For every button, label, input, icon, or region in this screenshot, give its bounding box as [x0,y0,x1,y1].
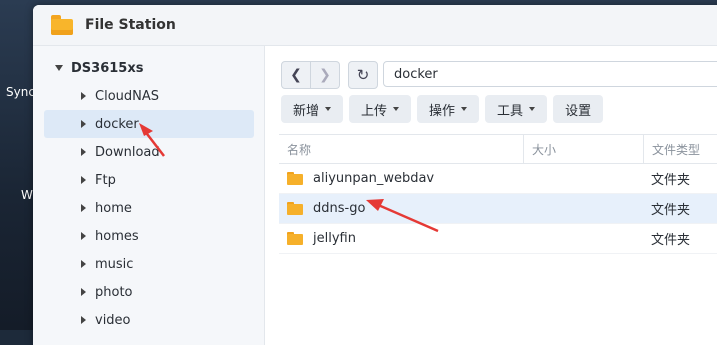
expand-right-icon[interactable] [81,232,86,240]
expand-right-icon[interactable] [81,176,86,184]
folder-icon [287,232,303,245]
upload-label: 上传 [361,103,388,119]
caret-down-icon [461,107,468,111]
file-name: jellyfin [313,231,356,246]
caret-down-icon [325,107,332,111]
caret-down-icon [393,107,400,111]
desktop-label-sync: Sync [6,85,35,99]
folder-icon [287,172,303,185]
name-cell: aliyunpan_webdav [279,171,523,186]
tree-root-label: DS3615xs [71,60,144,76]
sidebar-tree: DS3615xs CloudNAS docker Download Ftp ho… [33,46,265,345]
folder-app-icon [51,15,73,35]
expand-right-icon[interactable] [81,288,86,296]
create-label: 新增 [293,103,320,119]
navigation-controls: ❮ ❯ ↻ [281,61,378,89]
chevron-right-icon: ❯ [319,67,331,83]
refresh-button[interactable]: ↻ [348,61,378,89]
chevron-left-icon: ❮ [290,67,302,83]
table-row[interactable]: jellyfin 文件夹 [279,224,717,254]
tree-root-ds3615xs[interactable]: DS3615xs [33,54,264,82]
tools-label: 工具 [497,103,524,119]
expand-right-icon[interactable] [81,316,86,324]
folder-icon [287,202,303,215]
main-pane: ❮ ❯ ↻ docker 新增 上传 操作 工具 设置 名称 大小 文件类型 a… [265,46,717,345]
action-label: 操作 [429,103,456,119]
file-station-window: File Station DS3615xs CloudNAS docker Do… [33,5,717,345]
refresh-icon: ↻ [356,66,370,84]
sidebar-item-label: video [95,312,131,328]
file-name: aliyunpan_webdav [313,171,435,186]
upload-button[interactable]: 上传 [349,95,412,123]
sidebar-item-label: CloudNAS [95,88,160,104]
sidebar-item-music[interactable]: music [44,250,254,278]
expand-right-icon[interactable] [81,204,86,212]
type-cell: 文件夹 [651,233,691,248]
file-table: 名称 大小 文件类型 aliyunpan_webdav 文件夹 ddns-go … [279,134,717,254]
column-header-type[interactable]: 文件类型 [643,135,717,163]
sidebar-item-home[interactable]: home [44,194,254,222]
column-header-name[interactable]: 名称 [279,135,523,163]
sidebar-item-label: Ftp [95,172,116,188]
sidebar-item-label: docker [95,116,139,132]
title-bar[interactable]: File Station [33,5,717,46]
table-header: 名称 大小 文件类型 [279,134,717,164]
toolbar: 新增 上传 操作 工具 设置 [281,95,604,123]
file-name: ddns-go [313,201,366,216]
column-header-size[interactable]: 大小 [523,135,643,163]
sidebar-item-homes[interactable]: homes [44,222,254,250]
sidebar-item-ftp[interactable]: Ftp [44,166,254,194]
settings-button[interactable]: 设置 [553,95,604,123]
expand-right-icon[interactable] [81,92,86,100]
type-cell: 文件夹 [651,173,691,188]
path-input[interactable]: docker [383,61,717,87]
sidebar-item-label: photo [95,284,133,300]
table-row[interactable]: aliyunpan_webdav 文件夹 [279,164,717,194]
window-title: File Station [85,17,176,33]
name-cell: jellyfin [279,231,523,246]
expand-right-icon[interactable] [81,148,86,156]
name-cell: ddns-go [279,201,523,216]
table-row[interactable]: ddns-go 文件夹 [279,194,717,224]
tools-button[interactable]: 工具 [485,95,548,123]
forward-button[interactable]: ❯ [311,61,340,89]
sidebar-item-docker[interactable]: docker [44,110,254,138]
expand-down-icon[interactable] [55,65,63,71]
path-value: docker [394,66,438,82]
sidebar-item-label: Download [95,144,160,160]
expand-right-icon[interactable] [81,260,86,268]
sidebar-item-photo[interactable]: photo [44,278,254,306]
sidebar-item-label: home [95,200,132,216]
sidebar-item-download[interactable]: Download [44,138,254,166]
settings-label: 设置 [565,103,592,119]
expand-right-icon[interactable] [81,120,86,128]
sidebar-item-label: homes [95,228,139,244]
back-button[interactable]: ❮ [281,61,311,89]
caret-down-icon [529,107,536,111]
sidebar-item-label: music [95,256,134,272]
sidebar-item-cloudnas[interactable]: CloudNAS [44,82,254,110]
type-cell: 文件夹 [651,203,691,218]
create-button[interactable]: 新增 [281,95,344,123]
desktop-label-w: W [21,188,33,202]
action-button[interactable]: 操作 [417,95,480,123]
